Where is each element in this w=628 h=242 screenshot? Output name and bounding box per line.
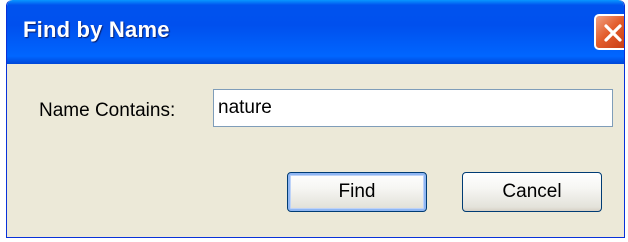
name-contains-input[interactable] [213,89,613,127]
close-button[interactable] [594,14,624,50]
dialog-body: Name Contains: Find Cancel [7,64,624,237]
close-icon [604,24,622,42]
name-contains-label: Name Contains: [39,100,176,121]
find-by-name-dialog: Find by Name Name Contains: Find Cancel [6,0,625,238]
find-button[interactable]: Find [287,172,427,212]
cancel-button[interactable]: Cancel [462,172,602,212]
window-title: Find by Name [23,17,170,42]
title-bar[interactable]: Find by Name [7,0,624,64]
